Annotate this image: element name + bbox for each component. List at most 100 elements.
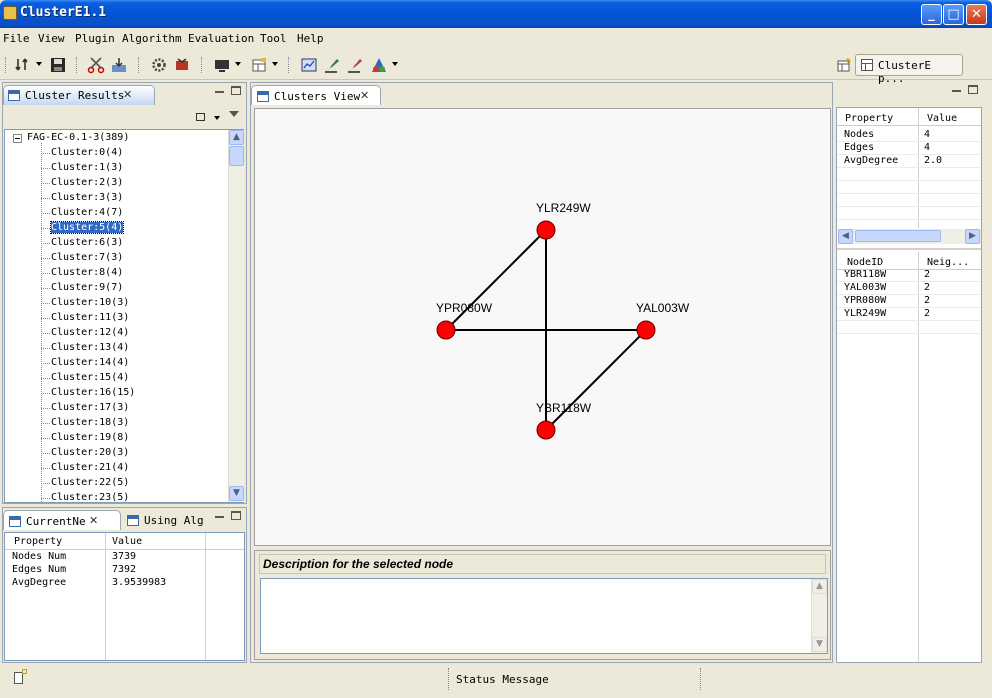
tree-item[interactable]: Cluster:12(4) [51, 327, 129, 338]
scroll-down-button[interactable]: ▼ [812, 637, 827, 652]
maximize-view-icon[interactable] [231, 86, 241, 95]
minimize-view-icon[interactable] [215, 516, 224, 518]
chevron-down-icon[interactable] [235, 62, 241, 66]
menu-algorithm[interactable]: Algorithm [122, 32, 182, 45]
toolbar-grip [5, 57, 7, 73]
tree-item[interactable]: Cluster:11(3) [51, 312, 129, 323]
close-icon[interactable]: ✕ [360, 89, 369, 102]
cluster-results-viewbar [3, 105, 246, 129]
chart-icon[interactable] [300, 56, 318, 74]
perspective-switcher[interactable]: ClusterE p... [855, 54, 963, 85]
tree-line [41, 153, 50, 154]
import-icon[interactable] [110, 56, 128, 74]
maximize-button[interactable]: □ [943, 4, 964, 25]
maximize-view-icon[interactable] [968, 85, 978, 94]
open-file-icon[interactable] [14, 56, 32, 74]
tree-item[interactable]: Cluster:23(5) [51, 492, 129, 502]
tree-item[interactable]: Cluster:10(3) [51, 297, 129, 308]
tree-item[interactable]: Cluster:22(5) [51, 477, 129, 488]
tree-item[interactable]: Cluster:14(4) [51, 357, 129, 368]
network-graph[interactable] [255, 109, 832, 547]
graph-node[interactable] [636, 320, 656, 340]
menu-view[interactable]: View [38, 32, 65, 45]
tree-item[interactable]: Cluster:2(3) [51, 177, 123, 188]
chevron-down-icon[interactable] [36, 62, 42, 66]
scroll-thumb[interactable] [855, 230, 941, 242]
close-icon[interactable]: ✕ [89, 514, 98, 527]
tree-item[interactable]: Cluster:18(3) [51, 417, 129, 428]
menu-evaluation[interactable]: Evaluation [188, 32, 254, 45]
graph-node[interactable] [536, 220, 556, 240]
filter-icon[interactable] [370, 56, 388, 74]
close-button[interactable]: ✕ [966, 4, 987, 25]
minimize-view-icon[interactable] [215, 91, 224, 93]
graph-node[interactable] [436, 320, 456, 340]
open-perspective-icon[interactable] [835, 56, 853, 74]
description-textarea[interactable]: ▲ ▼ [260, 578, 828, 654]
tree-item[interactable]: Cluster:20(3) [51, 447, 129, 458]
graph-edge[interactable] [545, 329, 647, 431]
view-menu-icon[interactable] [214, 116, 220, 120]
tree-item[interactable]: Cluster:21(4) [51, 462, 129, 473]
plugin-icon[interactable] [173, 56, 191, 74]
tree-collapse-icon[interactable] [13, 134, 22, 143]
scroll-up-button[interactable]: ▲ [812, 579, 827, 594]
close-icon[interactable]: ✕ [123, 88, 132, 101]
table-row[interactable]: Edges Num 7392 [5, 564, 244, 577]
tree-item[interactable]: Cluster:4(7) [51, 207, 123, 218]
monitor-icon[interactable] [213, 56, 231, 74]
graph-node[interactable] [536, 420, 556, 440]
scroll-left-button[interactable]: ◀ [838, 229, 853, 244]
tree-item[interactable]: Cluster:15(4) [51, 372, 129, 383]
tree-line [41, 288, 50, 289]
tree-item[interactable]: Cluster:19(8) [51, 432, 129, 443]
view-menu-triangle-icon[interactable] [229, 111, 239, 117]
table-row[interactable]: Nodes Num 3739 [5, 551, 244, 564]
menu-help[interactable]: Help [297, 32, 324, 45]
tree-item[interactable]: Cluster:17(3) [51, 402, 129, 413]
menu-plugin[interactable]: Plugin [75, 32, 115, 45]
menu-file[interactable]: File [3, 32, 30, 45]
cell-value: 3739 [112, 551, 137, 562]
tree-item[interactable]: Cluster:8(4) [51, 267, 123, 278]
tree-line [41, 143, 42, 502]
minimize-button[interactable]: _ [921, 4, 942, 25]
scroll-down-button[interactable]: ▼ [229, 486, 244, 501]
menu-tool[interactable]: Tool [260, 32, 287, 45]
tree-item[interactable]: Cluster:16(15) [51, 387, 135, 398]
scroll-right-button[interactable]: ▶ [965, 229, 980, 244]
properties-hscrollbar[interactable]: ◀ ▶ [838, 229, 981, 244]
tree-item[interactable]: Cluster:7(3) [51, 252, 123, 263]
save-icon[interactable] [49, 56, 67, 74]
maximize-view-icon[interactable] [231, 511, 241, 520]
tree-item[interactable]: Cluster:1(3) [51, 162, 123, 173]
table-row[interactable]: AvgDegree 3.9539983 [5, 577, 244, 590]
cut-icon[interactable] [87, 56, 105, 74]
graph-canvas[interactable]: YLR249W YPR080W YAL003W YBR118W [254, 108, 831, 546]
tree-item[interactable]: Cluster:3(3) [51, 192, 123, 203]
settings-icon[interactable] [150, 56, 168, 74]
tab-clusters-view[interactable]: Clusters View ✕ [251, 85, 381, 105]
tree-item[interactable]: Cluster:9(7) [51, 282, 123, 293]
tab-using-algorithm[interactable]: Using Alg [127, 512, 207, 530]
description-scrollbar[interactable]: ▲ ▼ [811, 579, 827, 653]
tree-scrollbar[interactable]: ▲ ▼ [228, 130, 244, 502]
tree-root[interactable]: FAG-EC-0.1-3(389) [27, 132, 129, 143]
tree-item[interactable]: Cluster:0(4) [51, 147, 123, 158]
tree-item[interactable]: Cluster:13(4) [51, 342, 129, 353]
draw-icon[interactable] [323, 56, 341, 74]
chevron-down-icon[interactable] [392, 62, 398, 66]
collapse-all-icon[interactable] [196, 113, 205, 121]
tree-item[interactable]: Cluster:5(4) [49, 221, 125, 234]
tab-cluster-results[interactable]: Cluster Results ✕ [3, 85, 155, 105]
scroll-up-button[interactable]: ▲ [229, 130, 244, 145]
tab-current-network[interactable]: CurrentNe ✕ [3, 510, 121, 530]
edit-icon[interactable] [346, 56, 364, 74]
tree-item[interactable]: Cluster:6(3) [51, 237, 123, 248]
chevron-down-icon[interactable] [272, 62, 278, 66]
title-bar[interactable]: ClusterE1.1 _ □ ✕ [0, 0, 992, 28]
scroll-thumb[interactable] [229, 146, 244, 166]
graph-edge[interactable] [445, 229, 547, 331]
layout-icon[interactable] [250, 56, 268, 74]
minimize-view-icon[interactable] [952, 90, 961, 92]
